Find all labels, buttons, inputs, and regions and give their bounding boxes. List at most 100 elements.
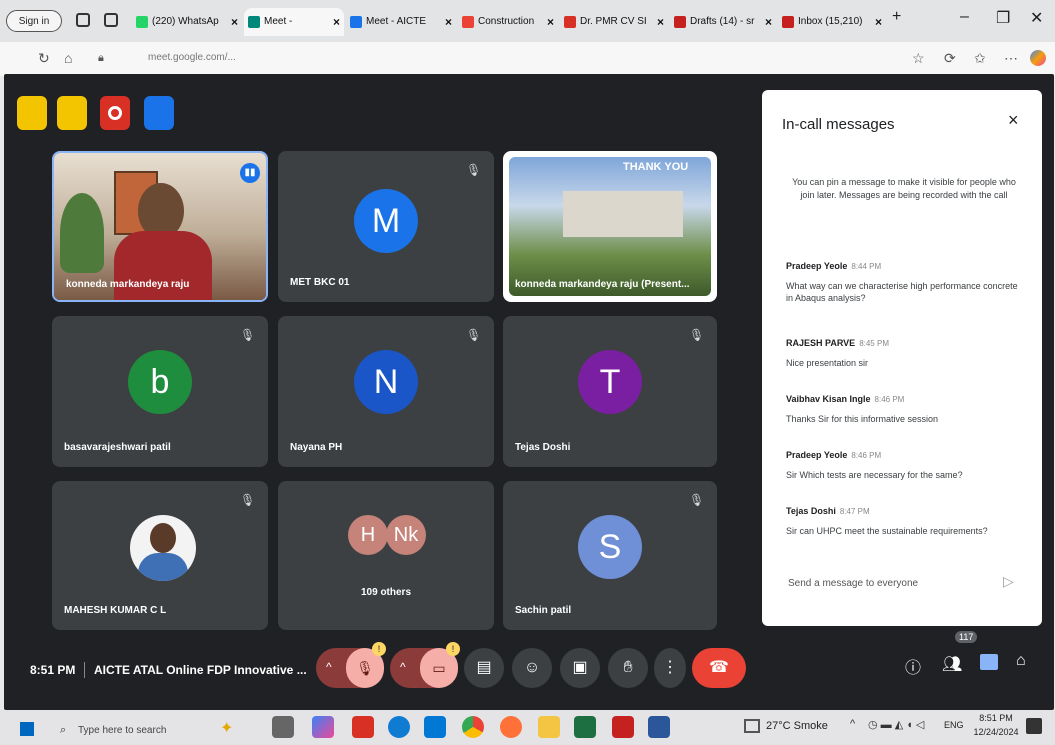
info-icon[interactable]: ⓘ: [905, 654, 921, 678]
language-indicator[interactable]: ENG: [944, 720, 964, 730]
raise-hand-button[interactable]: ✋︎: [608, 648, 648, 688]
notes-icon[interactable]: [144, 96, 174, 130]
favorites-icon[interactable]: ✩: [974, 50, 986, 67]
windows-start-icon[interactable]: [20, 722, 34, 736]
close-tab-icon[interactable]: ×: [547, 8, 554, 36]
tab-meet-aicte[interactable]: Meet - AICTE ×: [346, 8, 456, 36]
refresh-icon[interactable]: ↻: [38, 50, 50, 67]
more-menu-icon[interactable]: ⋯: [1004, 50, 1018, 67]
weather-icon[interactable]: [744, 719, 760, 733]
record-icon[interactable]: [100, 96, 130, 130]
presentation-tile[interactable]: THANK YOU konneda markandeya raju (Prese…: [503, 151, 717, 302]
plant: [60, 193, 104, 273]
excel-icon[interactable]: [574, 716, 596, 738]
close-tab-icon[interactable]: ×: [875, 8, 882, 36]
chevron-up-icon[interactable]: ^: [326, 660, 332, 674]
message-input[interactable]: Send a message to everyone: [788, 578, 918, 589]
tray-icons[interactable]: ◷ ▬ ◭ ◖ ◁: [868, 718, 924, 731]
gmail-icon: [782, 16, 794, 28]
present-button[interactable]: ▣: [560, 648, 600, 688]
participant-tile-video[interactable]: ▮▮ konneda markandeya raju: [52, 151, 268, 302]
chat-icon[interactable]: [980, 654, 998, 670]
participant-tile[interactable]: 🎙︎ MAHESH KUMAR C L: [52, 481, 268, 630]
tray-chevron-icon[interactable]: ^: [850, 718, 855, 730]
close-window-icon[interactable]: ✕: [1030, 8, 1043, 28]
more-options-button[interactable]: ⋮: [654, 648, 686, 688]
tab-whatsapp[interactable]: (220) WhatsAp ×: [132, 8, 242, 36]
others-tile[interactable]: H Nk 109 others: [278, 481, 494, 630]
copilot-sparkle-icon[interactable]: ✦: [220, 718, 233, 738]
tab-inbox[interactable]: Inbox (15,210) ×: [778, 8, 886, 36]
extension-icon[interactable]: [57, 96, 87, 130]
favorite-star-icon[interactable]: ☆: [912, 50, 925, 67]
lock-icon[interactable]: 🔒︎: [98, 52, 104, 65]
tab-drafts[interactable]: Drafts (14) - sr ×: [670, 8, 776, 36]
minimize-icon[interactable]: –: [960, 8, 969, 26]
sign-in-button[interactable]: Sign in: [6, 10, 62, 32]
participant-tile[interactable]: 🎙︎ T Tejas Doshi: [503, 316, 717, 467]
avatar: [130, 515, 196, 581]
search-icon[interactable]: ⌕: [60, 724, 66, 737]
captions-button[interactable]: ▤: [464, 648, 504, 688]
participant-tile[interactable]: 🎙︎ S Sachin patil: [503, 481, 717, 630]
tab-actions-icon[interactable]: [104, 13, 118, 27]
tab-construction[interactable]: Construction ×: [458, 8, 558, 36]
notification-icon[interactable]: [1026, 718, 1042, 734]
message-time: 8:47 PM: [839, 507, 870, 516]
mail-icon[interactable]: [424, 716, 446, 738]
clock[interactable]: 8:51 PM 12/24/2024: [968, 713, 1024, 737]
file-explorer-icon[interactable]: [538, 716, 560, 738]
speaker-body: [114, 231, 212, 300]
acrobat-icon[interactable]: [352, 716, 374, 738]
task-view-icon[interactable]: [272, 716, 294, 738]
participant-name: Sachin patil: [515, 605, 572, 616]
activity-icon[interactable]: [17, 96, 47, 130]
message-text: Sir can UHPC meet the sustainable requir…: [786, 526, 988, 536]
taskbar-search-input[interactable]: Type here to search: [78, 725, 166, 736]
tab-label: Dr. PMR CV SI: [580, 16, 647, 27]
message-sender: Tejas Doshi: [786, 506, 836, 516]
tab-meet-active[interactable]: Meet - ×: [244, 8, 344, 36]
close-tab-icon[interactable]: ×: [765, 8, 772, 36]
close-tab-icon[interactable]: ×: [231, 8, 238, 36]
chrome-icon[interactable]: [462, 716, 484, 738]
divider: [84, 662, 85, 678]
new-tab-button[interactable]: +: [892, 8, 901, 26]
message: Pradeep Yeole 8:46 PM Sir Which tests are…: [786, 445, 1026, 481]
close-tab-icon[interactable]: ×: [657, 8, 664, 36]
leave-call-button[interactable]: ☎︎: [692, 648, 746, 688]
message: Vaibhav Kisan Ingle 8:46 PM Thanks Sir fo…: [786, 389, 1026, 425]
activities-icon[interactable]: ⌂: [1016, 652, 1026, 670]
tab-label: Meet - AICTE: [366, 16, 427, 27]
clock-time: 8:51 PM: [979, 713, 1013, 723]
message-text: Sir Which tests are necessary for the sa…: [786, 470, 963, 480]
firefox-icon[interactable]: [500, 716, 522, 738]
copilot-app-icon[interactable]: [312, 716, 334, 738]
participant-tile[interactable]: 🎙︎ M MET BKC 01: [278, 151, 494, 302]
word-icon[interactable]: [648, 716, 670, 738]
whatsapp-icon: [136, 16, 148, 28]
send-icon[interactable]: ▷: [1003, 573, 1014, 590]
emoji-button[interactable]: ☺: [512, 648, 552, 688]
url-field[interactable]: meet.google.com/...: [148, 52, 236, 63]
message-time: 8:46 PM: [851, 451, 882, 460]
message-time: 8:46 PM: [874, 395, 905, 404]
participant-tile[interactable]: 🎙︎ N Nayana PH: [278, 316, 494, 467]
workspaces-icon[interactable]: [76, 13, 90, 27]
participant-tile[interactable]: 🎙︎ b basavarajeshwari patil: [52, 316, 268, 467]
close-tab-icon[interactable]: ×: [333, 8, 340, 36]
weather-text[interactable]: 27°C Smoke: [766, 720, 828, 732]
close-panel-button[interactable]: ×: [1008, 110, 1019, 131]
extensions-icon[interactable]: ⟳: [944, 50, 956, 67]
chevron-up-icon[interactable]: ^: [400, 660, 406, 674]
people-icon[interactable]: 👥︎: [942, 654, 962, 674]
acrobat-reader-icon[interactable]: [612, 716, 634, 738]
home-icon[interactable]: ⌂: [64, 50, 72, 66]
copilot-icon[interactable]: [1030, 50, 1046, 66]
edge-icon[interactable]: [388, 716, 410, 738]
close-tab-icon[interactable]: ×: [445, 8, 452, 36]
meet-icon: [248, 16, 260, 28]
maximize-icon[interactable]: ❐: [996, 8, 1010, 28]
tab-cv[interactable]: Dr. PMR CV SI ×: [560, 8, 668, 36]
mic-off-icon: 🎙︎: [240, 493, 256, 507]
